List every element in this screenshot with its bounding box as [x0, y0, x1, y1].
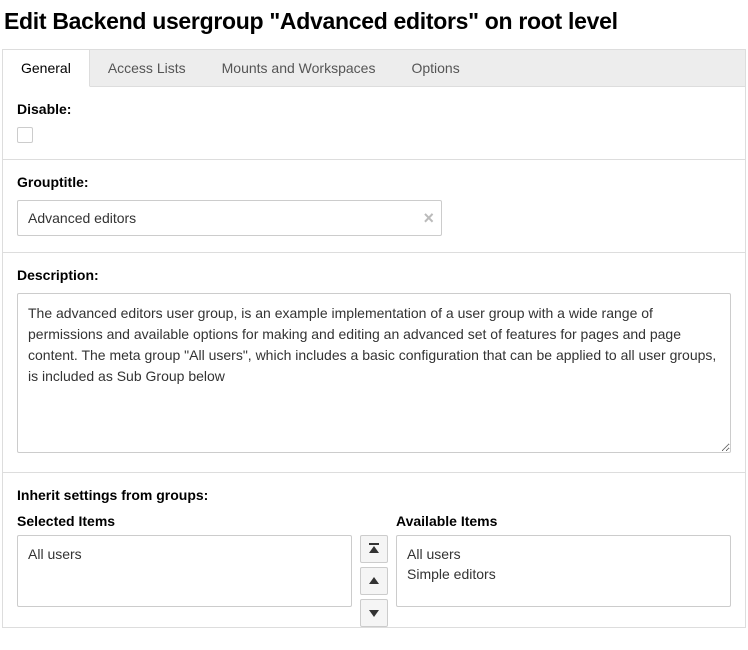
list-item[interactable]: All users — [28, 544, 341, 564]
list-item[interactable]: Simple editors — [407, 564, 720, 584]
available-items-listbox[interactable]: All users Simple editors — [396, 535, 731, 607]
disable-section: Disable: — [3, 87, 745, 160]
move-top-button[interactable] — [360, 535, 388, 563]
chevron-up-icon — [368, 575, 380, 587]
form-panel: Disable: Grouptitle: × Description: Inhe… — [2, 86, 746, 628]
page-title: Edit Backend usergroup "Advanced editors… — [4, 8, 746, 35]
tab-general[interactable]: General — [3, 50, 90, 87]
inherit-section: Inherit settings from groups: Selected I… — [3, 473, 745, 627]
move-up-button[interactable] — [360, 567, 388, 595]
grouptitle-input[interactable] — [17, 200, 442, 236]
available-items-label: Available Items — [396, 513, 731, 529]
disable-label: Disable: — [17, 101, 731, 117]
tab-access-lists[interactable]: Access Lists — [90, 50, 204, 86]
selected-items-listbox[interactable]: All users — [17, 535, 352, 607]
grouptitle-section: Grouptitle: × — [3, 160, 745, 253]
move-top-icon — [368, 543, 380, 555]
disable-checkbox[interactable] — [17, 127, 33, 143]
tab-bar: General Access Lists Mounts and Workspac… — [2, 49, 746, 86]
tab-options[interactable]: Options — [393, 50, 477, 86]
description-label: Description: — [17, 267, 731, 283]
list-item[interactable]: All users — [407, 544, 720, 564]
grouptitle-label: Grouptitle: — [17, 174, 731, 190]
description-textarea[interactable] — [17, 293, 731, 453]
description-section: Description: — [3, 253, 745, 473]
move-down-button[interactable] — [360, 599, 388, 627]
chevron-down-icon — [368, 607, 380, 619]
tab-mounts-workspaces[interactable]: Mounts and Workspaces — [204, 50, 394, 86]
inherit-label: Inherit settings from groups: — [17, 487, 731, 503]
selected-items-label: Selected Items — [17, 513, 352, 529]
close-icon[interactable]: × — [423, 209, 434, 227]
